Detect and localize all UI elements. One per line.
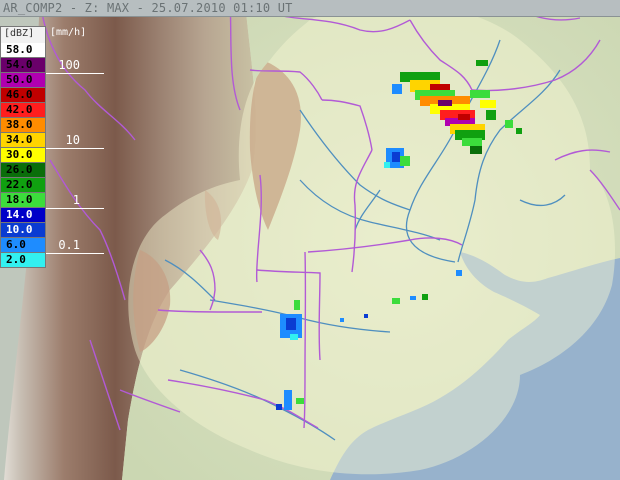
rain-rate-tick: 0.1 bbox=[46, 238, 104, 254]
legend-level-swatch: 54.0 bbox=[0, 58, 46, 73]
product-title: AR_COMP2 - Z: MAX - 25.07.2010 01:10 UT bbox=[3, 1, 293, 15]
legend-level-value: 34.0 bbox=[6, 133, 33, 146]
rain-rate-label: 0.1 bbox=[58, 238, 80, 252]
rain-rate-tick: 100 bbox=[46, 58, 104, 74]
legend-unit-label: [dBZ] bbox=[4, 28, 35, 39]
legend-level-value: 50.0 bbox=[6, 73, 33, 86]
legend-level-swatch: 58.0 bbox=[0, 43, 46, 58]
legend-level-swatch: 34.0 bbox=[0, 133, 46, 148]
legend-level-swatch: 30.0 bbox=[0, 148, 46, 163]
legend-level-swatch: 22.0 bbox=[0, 178, 46, 193]
legend-level-value: 38.0 bbox=[6, 118, 33, 131]
legend-level-value: 30.0 bbox=[6, 148, 33, 161]
legend-level-value: 6.0 bbox=[6, 238, 26, 251]
legend-level-value: 54.0 bbox=[6, 58, 33, 71]
radar-map-view: AR_COMP2 - Z: MAX - 25.07.2010 01:10 UT … bbox=[0, 0, 620, 480]
legend-level-value: 58.0 bbox=[6, 43, 33, 56]
legend-level-swatch: 46.0 bbox=[0, 88, 46, 103]
rain-rate-tick: 1 bbox=[46, 193, 104, 209]
legend-level-swatch: 14.0 bbox=[0, 208, 46, 223]
legend-level-value: 14.0 bbox=[6, 208, 33, 221]
legend-level-swatch: 50.0 bbox=[0, 73, 46, 88]
legend-level-value: 18.0 bbox=[6, 193, 33, 206]
legend-level-value: 10.0 bbox=[6, 223, 33, 236]
legend-level-value: 22.0 bbox=[6, 178, 33, 191]
legend-level-swatch: 38.0 bbox=[0, 118, 46, 133]
legend-level-value: 46.0 bbox=[6, 88, 33, 101]
legend-level-swatch: 2.0 bbox=[0, 253, 46, 268]
legend-level-value: 26.0 bbox=[6, 163, 33, 176]
legend-level-swatch: 18.0 bbox=[0, 193, 46, 208]
title-bar: AR_COMP2 - Z: MAX - 25.07.2010 01:10 UT bbox=[0, 0, 620, 17]
legend-level-swatch: 26.0 bbox=[0, 163, 46, 178]
rain-rate-label: 100 bbox=[58, 58, 80, 72]
legend-level-swatch: 42.0 bbox=[0, 103, 46, 118]
legend-level-value: 42.0 bbox=[6, 103, 33, 116]
map-canvas bbox=[0, 0, 620, 480]
rain-rate-unit-label: [mm/h] bbox=[50, 27, 87, 38]
legend-header: [dBZ] bbox=[0, 26, 46, 44]
rain-rate-label: 1 bbox=[72, 193, 80, 207]
legend-level-swatch: 10.0 bbox=[0, 223, 46, 238]
rain-rate-label: 10 bbox=[65, 133, 80, 147]
legend-level-swatch: 6.0 bbox=[0, 238, 46, 253]
legend-level-value: 2.0 bbox=[6, 253, 26, 266]
rain-rate-tick: 10 bbox=[46, 133, 104, 149]
